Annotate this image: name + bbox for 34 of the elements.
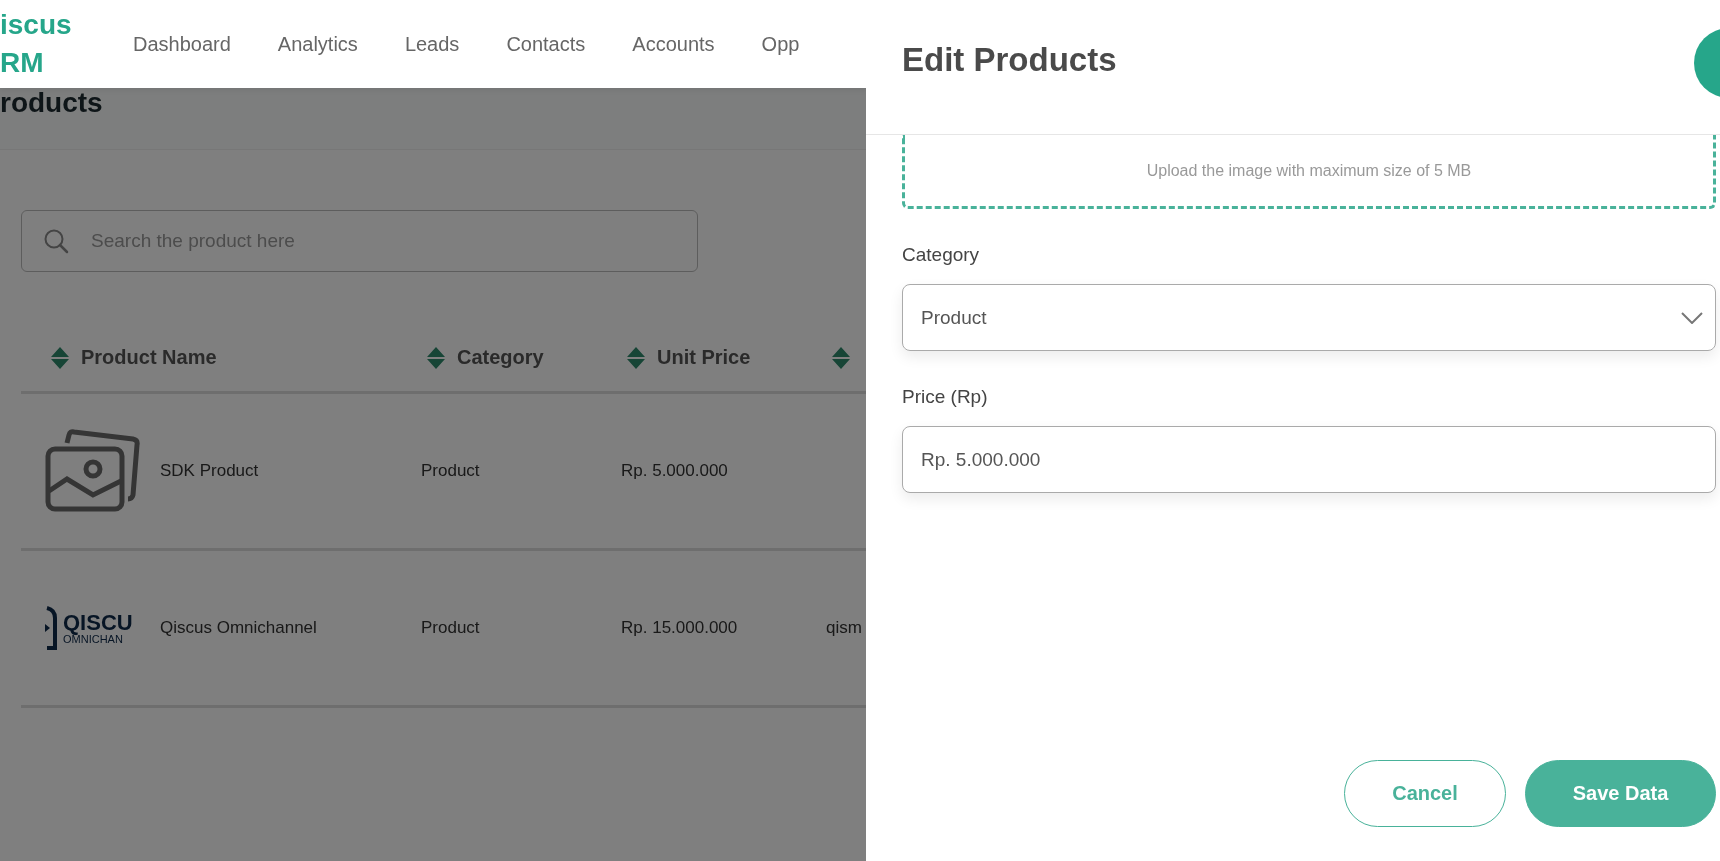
nav-link[interactable]: Leads bbox=[404, 32, 460, 56]
search-icon bbox=[43, 228, 69, 254]
sort-icon[interactable] bbox=[427, 346, 445, 369]
column-header[interactable]: Product Name bbox=[81, 346, 217, 369]
product-name: SDK Product bbox=[160, 461, 259, 481]
upload-area[interactable]: Upload the image with maximum size of 5 MB bbox=[902, 135, 1716, 209]
price-input[interactable]: Rp. 5.000.000 bbox=[902, 426, 1716, 493]
nav-link[interactable]: Contacts bbox=[506, 32, 586, 56]
bracket-icon bbox=[45, 606, 57, 650]
field-label: Category bbox=[902, 244, 981, 266]
nav-link[interactable]: Opp bbox=[761, 32, 800, 56]
sort-icon[interactable] bbox=[51, 346, 69, 369]
sort-icon[interactable] bbox=[832, 346, 850, 369]
product-name: Qiscus Omnichannel bbox=[160, 618, 317, 638]
category-cell-text: Product bbox=[421, 461, 481, 481]
column-header[interactable]: Unit Price bbox=[657, 346, 751, 369]
table-cell-text: qism bbox=[826, 618, 863, 638]
product-logo: QISCU OMNICHAN bbox=[45, 598, 140, 658]
sort-icon[interactable] bbox=[627, 346, 645, 369]
nav-link[interactable]: Analytics bbox=[277, 32, 358, 56]
nav-link[interactable]: Accounts bbox=[632, 32, 715, 56]
category-cell-text: Product bbox=[421, 618, 481, 638]
column-header[interactable]: Category bbox=[457, 346, 544, 369]
price-cell-text: Rp. 15.000.000 bbox=[621, 618, 739, 638]
nav-link[interactable]: Dashboard bbox=[133, 32, 231, 56]
brand-logo[interactable]: iscus RM bbox=[0, 6, 133, 82]
upload-hint: Upload the image with maximum size of 5 MB bbox=[1146, 161, 1472, 180]
category-select[interactable]: Product bbox=[902, 284, 1716, 351]
chevron-down-icon bbox=[1681, 311, 1703, 324]
price-cell-text: Rp. 5.000.000 bbox=[621, 461, 729, 481]
page-title: roducts bbox=[0, 88, 104, 118]
field-label: Price (Rp) bbox=[902, 386, 989, 408]
image-placeholder-icon bbox=[45, 429, 140, 513]
drawer-title: Edit Products bbox=[902, 41, 1117, 79]
